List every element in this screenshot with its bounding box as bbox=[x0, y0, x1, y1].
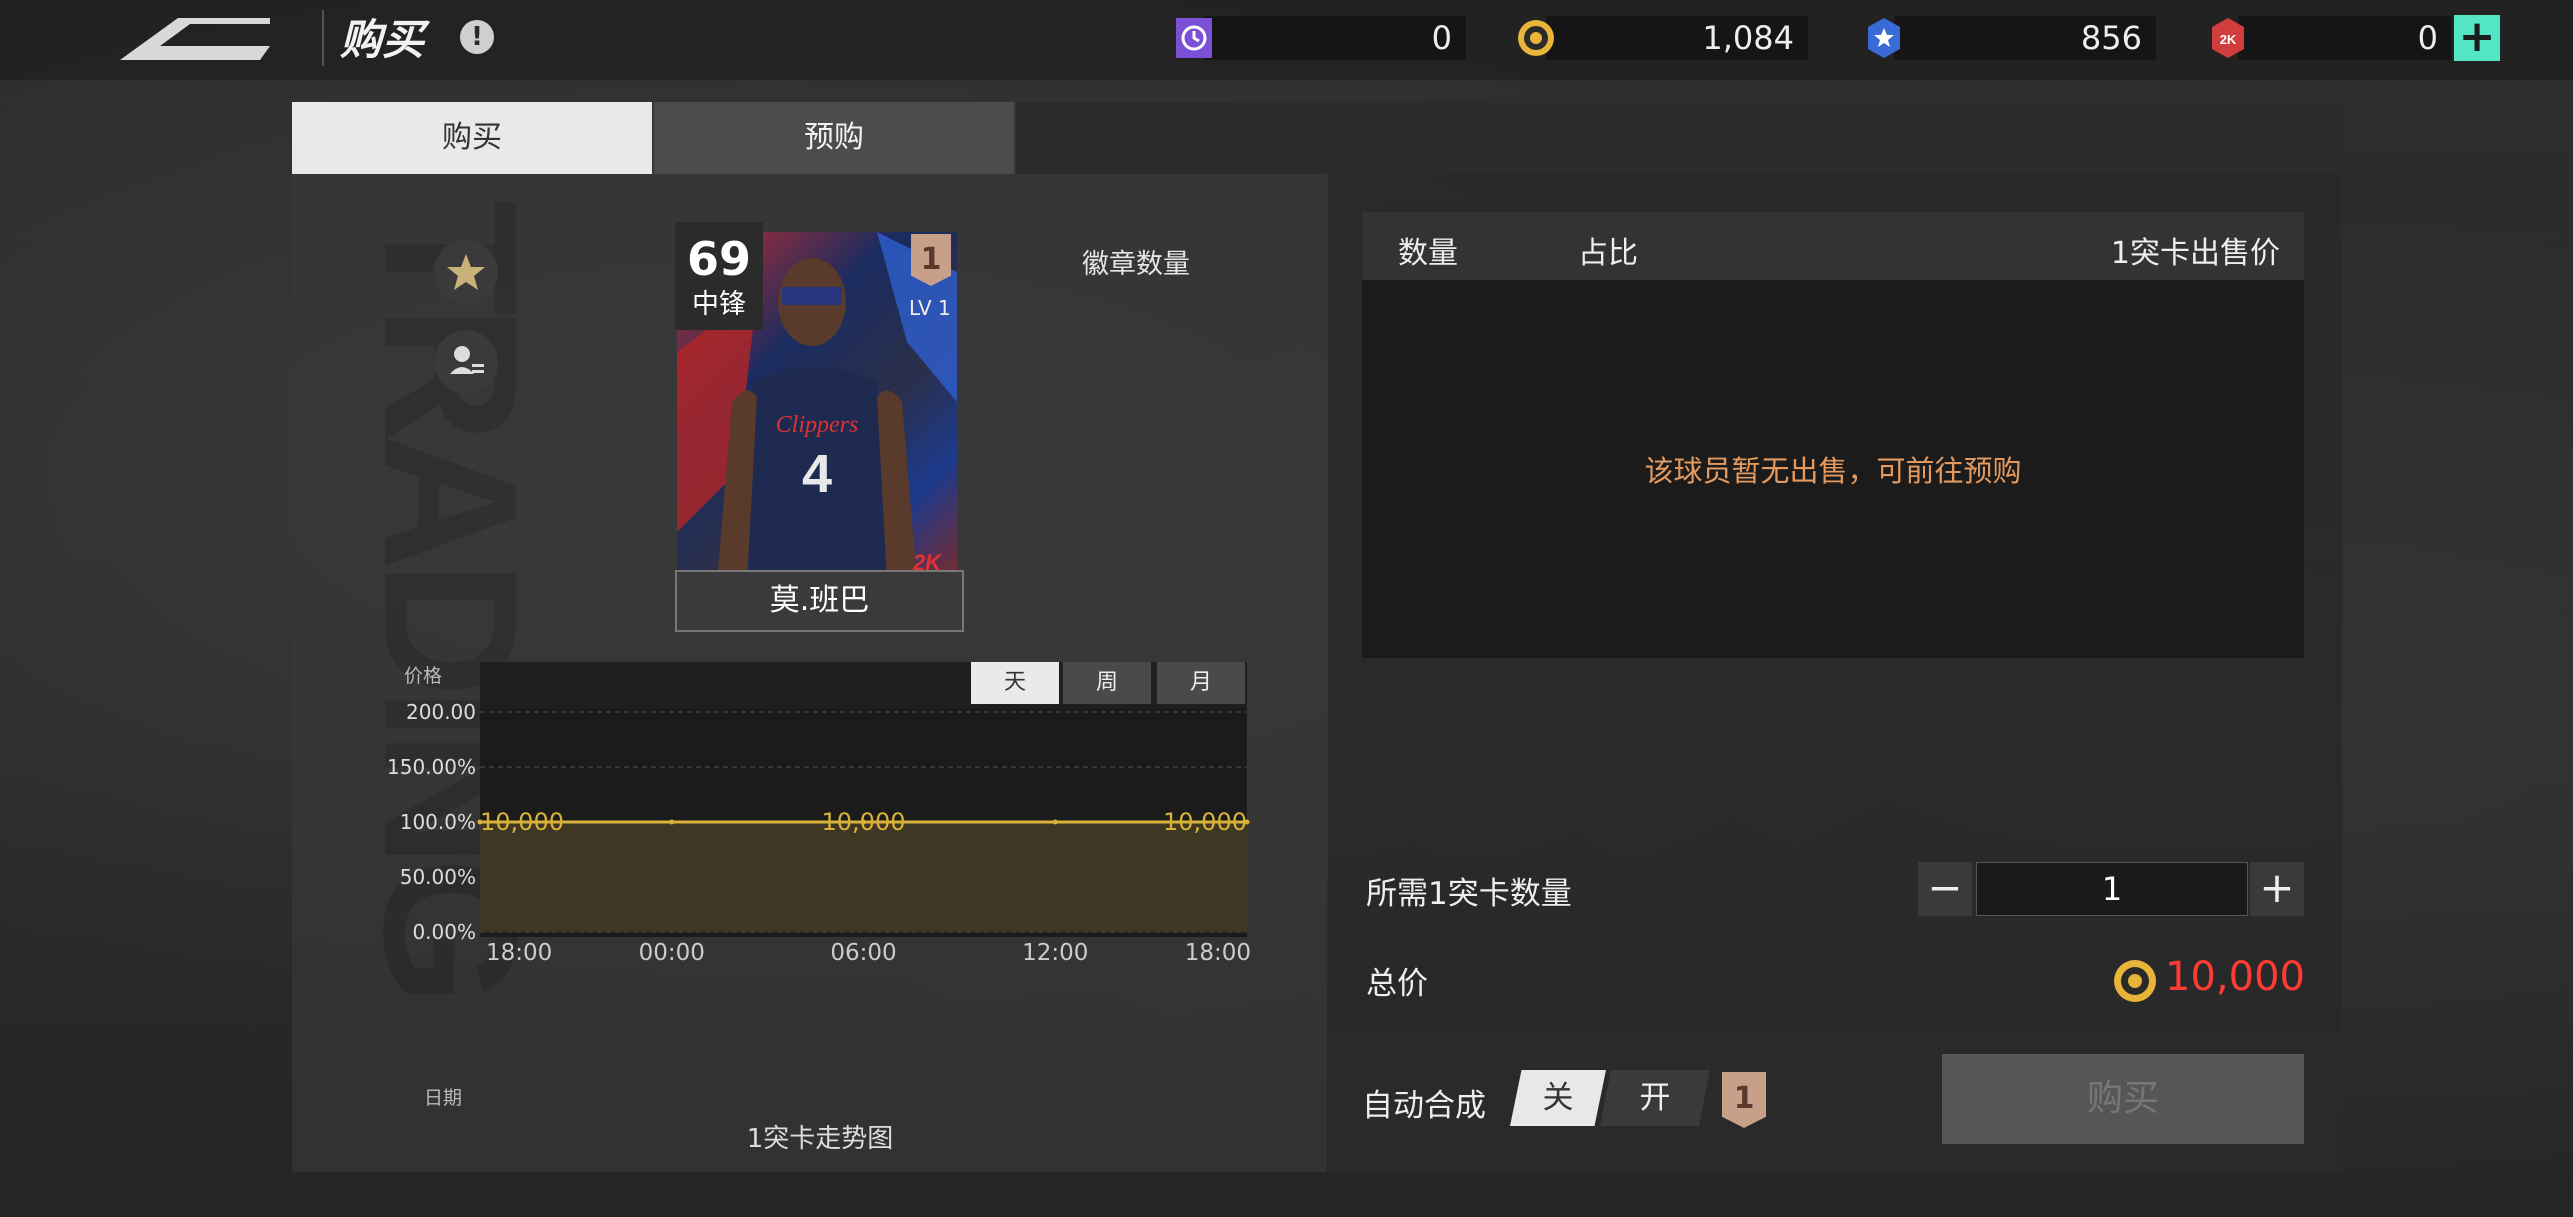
column-quantity: 数量 bbox=[1398, 236, 1458, 271]
player-name: 莫.班巴 bbox=[675, 570, 964, 632]
auto-merge-label: 自动合成 bbox=[1362, 1088, 1486, 1124]
tab-preorder[interactable]: 预购 bbox=[654, 102, 1014, 174]
chart-xlabel: 日期 bbox=[424, 1087, 462, 1109]
player-position: 中锋 bbox=[692, 289, 746, 320]
buy-button[interactable]: 购买 bbox=[1942, 1054, 2304, 1144]
currency-coin: 1,084 bbox=[1516, 14, 1808, 62]
card-lv-label: LV 1 bbox=[909, 296, 951, 320]
currency-value: 1,084 bbox=[1702, 19, 1794, 57]
info-icon[interactable]: ! bbox=[460, 20, 494, 54]
player-info-button[interactable] bbox=[434, 330, 498, 394]
merge-level-badge: 1 bbox=[1722, 1072, 1766, 1128]
coin-icon bbox=[2114, 960, 2156, 1002]
column-ratio: 占比 bbox=[1578, 236, 1638, 271]
tab-buy[interactable]: 购买 bbox=[292, 102, 652, 174]
favorite-button[interactable] bbox=[434, 240, 498, 304]
card-level-badge: 1 bbox=[911, 234, 951, 286]
period-tab-month[interactable]: 月 bbox=[1157, 662, 1245, 704]
currency-value: 0 bbox=[2417, 19, 2438, 57]
svg-text:2K: 2K bbox=[2220, 32, 2237, 47]
column-sale-price: 1突卡出售价 bbox=[2110, 236, 2280, 271]
chart-ytick-label: 100.0% bbox=[400, 810, 476, 834]
top-bar: 购买 ! 0 1,084 856 2K 0 + bbox=[0, 0, 2573, 80]
chart-xtick-label: 18:00 bbox=[1185, 940, 1251, 966]
chart-xtick-label: 00:00 bbox=[639, 940, 705, 966]
auto-merge-off-toggle[interactable]: 关 bbox=[1510, 1070, 1606, 1126]
currency-red-token: 2K 0 bbox=[2208, 14, 2452, 62]
chart-xtick-label: 18:00 bbox=[486, 940, 552, 966]
star-icon bbox=[447, 254, 485, 290]
add-currency-button[interactable]: + bbox=[2454, 15, 2500, 61]
chart-area-fill bbox=[480, 822, 1247, 932]
currency-value: 856 bbox=[2080, 19, 2142, 57]
chart-xtick-label: 06:00 bbox=[830, 940, 896, 966]
team-wordmark: Clippers bbox=[776, 412, 859, 438]
red-token-icon: 2K bbox=[2212, 18, 2244, 58]
total-price-value: 10,000 bbox=[2165, 954, 2305, 1000]
currency-blue-token: 856 bbox=[1864, 14, 2156, 62]
coin-icon bbox=[1518, 20, 1554, 56]
period-tab-week[interactable]: 周 bbox=[1063, 662, 1151, 704]
back-arrow-icon[interactable] bbox=[120, 18, 270, 60]
chart-xtick-label: 12:00 bbox=[1022, 940, 1088, 966]
blue-token-icon bbox=[1868, 18, 1900, 58]
page-title: 购买 bbox=[340, 15, 425, 64]
currency-value: 0 bbox=[1431, 19, 1452, 57]
required-quantity-label: 所需1突卡数量 bbox=[1366, 876, 1572, 912]
chart-ytick-label: 0.00% bbox=[412, 920, 476, 944]
price-trend-chart: 200.00 150.00% 100.0% 50.00% 0.00% 10,000 10,0… bbox=[387, 662, 1251, 1154]
player-rating: 69 bbox=[686, 232, 751, 286]
quantity-input[interactable]: 1 bbox=[1976, 862, 2248, 916]
auto-merge-on-toggle[interactable]: 开 bbox=[1600, 1070, 1710, 1126]
decrease-quantity-button[interactable]: − bbox=[1918, 862, 1972, 916]
chart-ytick-label: 50.00% bbox=[400, 865, 476, 889]
player-profile-icon bbox=[450, 346, 484, 374]
jersey-number: 4 bbox=[802, 444, 832, 504]
chart-data-label: 10,000 bbox=[480, 808, 564, 836]
chart-ytick-label: 150.00% bbox=[387, 755, 476, 779]
card-rating-box: 69 中锋 bbox=[675, 222, 763, 330]
total-price-label: 总价 bbox=[1366, 966, 1428, 1002]
increase-quantity-button[interactable]: + bbox=[2250, 862, 2304, 916]
listing-table-header: 数量 占比 1突卡出售价 bbox=[1362, 212, 2304, 280]
chart-title: 1突卡走势图 bbox=[747, 1124, 894, 1154]
chart-ylabel: 价格 bbox=[404, 665, 442, 687]
badge-count-label: 徽章数量 bbox=[1082, 249, 1190, 280]
chart-ytick-label: 200.00 bbox=[406, 700, 476, 724]
chart-point bbox=[1052, 819, 1058, 825]
player-card[interactable]: Clippers 4 2K 69 中锋 1 LV 1 莫.班巴 bbox=[675, 222, 964, 640]
chart-data-label: 10,000 bbox=[1163, 808, 1247, 836]
chart-data-label: 10,000 bbox=[822, 808, 906, 836]
empty-listing-message: 该球员暂无出售，可前往预购 bbox=[1644, 454, 2022, 488]
header-divider bbox=[322, 10, 324, 66]
chart-point bbox=[669, 819, 675, 825]
tab-bar-background bbox=[1016, 102, 2342, 174]
currency-ticket: 0 bbox=[1174, 14, 1466, 62]
ticket-icon bbox=[1176, 18, 1212, 58]
period-tab-day[interactable]: 天 bbox=[971, 662, 1059, 704]
